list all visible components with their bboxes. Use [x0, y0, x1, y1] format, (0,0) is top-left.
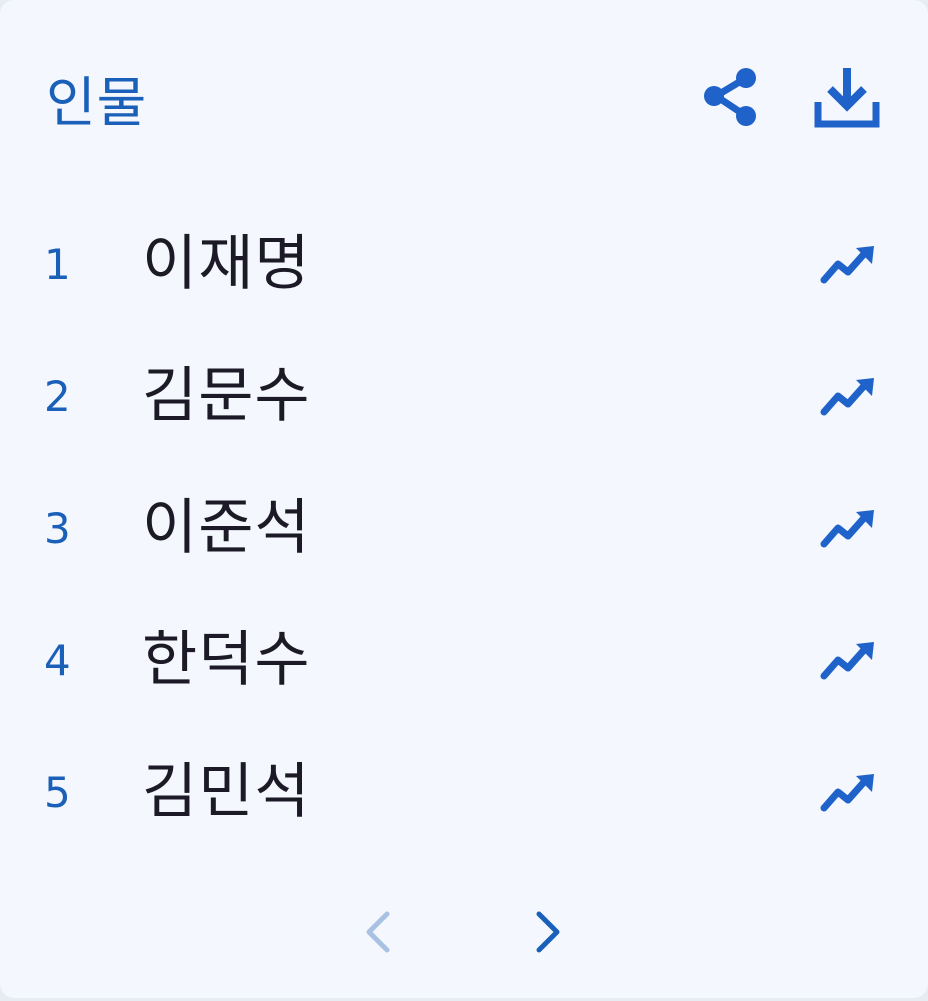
- card-title: 인물: [46, 71, 148, 134]
- share-icon: [704, 68, 756, 126]
- trending-up-icon: [818, 238, 878, 290]
- person-name: 김문수: [142, 361, 311, 431]
- rank-number: 1: [44, 240, 71, 289]
- ranking-row[interactable]: 4 한덕수: [0, 594, 928, 726]
- download-button[interactable]: [810, 60, 884, 134]
- person-name: 이재명: [142, 229, 311, 299]
- chevron-left-icon: [366, 911, 390, 953]
- person-name: 이준석: [142, 493, 311, 563]
- person-name: 김민석: [142, 757, 311, 827]
- trending-up-icon: [818, 766, 878, 818]
- previous-page-button[interactable]: [348, 900, 408, 964]
- rank-number: 3: [44, 504, 71, 553]
- ranking-row[interactable]: 3 이준석: [0, 462, 928, 594]
- ranking-row[interactable]: 5 김민석: [0, 726, 928, 858]
- ranking-list: 1 이재명 2 김문수 3 이준석 4 한덕수 5 김민석: [0, 198, 928, 858]
- rank-number: 4: [44, 636, 71, 685]
- ranking-row[interactable]: 1 이재명: [0, 198, 928, 330]
- rank-number: 2: [44, 372, 71, 421]
- trending-up-icon: [818, 370, 878, 422]
- trending-up-icon: [818, 502, 878, 554]
- rank-number: 5: [44, 768, 71, 817]
- trending-people-card: 인물 1 이재명 2 김문수 3 이준석 4 한덕수 5 김민석: [0, 0, 928, 998]
- ranking-row[interactable]: 2 김문수: [0, 330, 928, 462]
- chevron-right-icon: [536, 911, 560, 953]
- next-page-button[interactable]: [518, 900, 578, 964]
- person-name: 한덕수: [142, 625, 311, 695]
- trending-up-icon: [818, 634, 878, 686]
- share-button[interactable]: [696, 62, 766, 132]
- download-icon: [814, 68, 880, 128]
